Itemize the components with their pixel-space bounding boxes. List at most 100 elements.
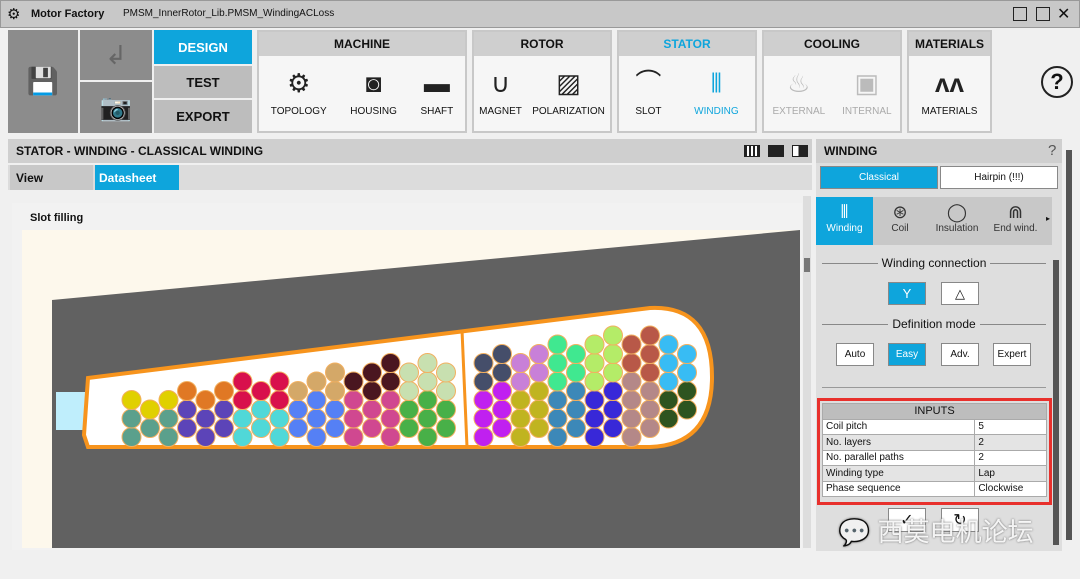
input-value[interactable]: Lap	[974, 465, 1047, 482]
conductor	[603, 381, 623, 401]
conductor	[621, 353, 642, 373]
conductor	[288, 418, 308, 438]
conductor	[640, 325, 660, 346]
conductor	[529, 344, 549, 364]
conductor	[195, 408, 216, 429]
conductor	[121, 427, 142, 447]
delta-connection-button[interactable]: △	[941, 282, 979, 305]
topology-button[interactable]: ⚙ TOPOLOGY	[271, 66, 327, 117]
internal-cooling-icon: ▣	[854, 68, 880, 98]
subtab-coil[interactable]: ⊛ Coil	[873, 197, 927, 245]
conductor	[214, 399, 234, 420]
star-connection-button[interactable]: Y	[888, 282, 926, 305]
conductor	[177, 399, 197, 420]
input-label: Phase sequence	[821, 480, 976, 497]
outer-scrollbar[interactable]	[1066, 150, 1072, 540]
input-value[interactable]: 5	[974, 418, 1047, 435]
slot-button[interactable]: ⌒ SLOT	[635, 66, 661, 117]
undo-button[interactable]: ↲	[80, 30, 152, 80]
mode-expert-button[interactable]: Expert	[993, 343, 1031, 366]
conductor	[547, 408, 568, 429]
document-name: PMSM_InnerRotor_Lib.PMSM_WindingACLoss	[123, 8, 335, 19]
conductor	[621, 371, 642, 392]
shaft-button[interactable]: ▬ SHAFT	[420, 66, 453, 117]
watermark-text: 西莫电机论坛	[877, 517, 1034, 547]
maximize-button[interactable]	[1036, 7, 1050, 21]
housing-button[interactable]: ◙ HOUSING	[350, 66, 397, 117]
conductor	[232, 408, 253, 429]
conductor	[214, 381, 234, 401]
conductor	[473, 408, 494, 429]
conductor	[603, 399, 623, 420]
minimize-button[interactable]	[1013, 7, 1027, 21]
main-scrollbar[interactable]	[803, 196, 811, 548]
conductor	[492, 362, 512, 383]
label: SHAFT	[420, 106, 454, 117]
conductor	[473, 390, 494, 410]
save-button[interactable]: 💾	[8, 30, 78, 133]
conductor	[566, 399, 586, 420]
label: Winding	[826, 223, 863, 234]
external-cooling-button[interactable]: ♨ EXTERNAL	[772, 66, 825, 117]
input-label: No. parallel paths	[821, 449, 976, 466]
scroll-right-icon[interactable]: ▸	[1046, 214, 1050, 223]
export-button[interactable]: EXPORT	[154, 100, 252, 133]
divider	[822, 387, 1046, 388]
design-button[interactable]: DESIGN	[154, 30, 252, 64]
scrollbar-thumb[interactable]	[804, 258, 810, 272]
input-value[interactable]: Clockwise	[974, 480, 1047, 497]
subtab-insulation[interactable]: ◯ Insulation	[927, 197, 987, 245]
label: Insulation	[935, 223, 979, 234]
tab-datasheet[interactable]: Datasheet	[95, 165, 179, 190]
input-row: Coil pitch 5	[821, 418, 1047, 435]
rotor-group: ROTOR ∪ MAGNET ▨ POLARIZATION	[472, 30, 612, 133]
help-button[interactable]: ?	[1041, 66, 1073, 98]
conductor	[121, 408, 142, 429]
mode-easy-button[interactable]: Easy	[888, 343, 926, 366]
input-value[interactable]: 2	[974, 449, 1047, 466]
layout-single-icon[interactable]	[768, 145, 784, 157]
polarization-button[interactable]: ▨ POLARIZATION	[532, 66, 605, 117]
page-title: STATOR - WINDING - CLASSICAL WINDING	[16, 144, 264, 158]
conductor	[603, 418, 623, 438]
materials-group: MATERIALS ʌʌ MATERIALS	[907, 30, 992, 133]
tab-classical[interactable]: Classical	[820, 166, 938, 189]
subtab-end-winding[interactable]: ⋒ End wind.	[987, 197, 1044, 245]
conductor	[158, 390, 179, 410]
conductor	[492, 344, 512, 364]
conductor	[529, 381, 549, 401]
close-button[interactable]: ✕	[1057, 4, 1070, 24]
input-value[interactable]: 2	[974, 434, 1047, 451]
conductor	[251, 381, 271, 401]
inputs-table-box: INPUTS Coil pitch 5 No. layers 2 No. paralle…	[817, 398, 1052, 505]
mode-adv-button[interactable]: Adv.	[941, 343, 979, 366]
conductor	[232, 427, 253, 447]
conductor	[343, 408, 364, 429]
conductor	[121, 390, 142, 410]
panel-scrollbar[interactable]	[1053, 260, 1059, 545]
winding-button[interactable]: ⦀ WINDING	[694, 66, 738, 117]
test-button[interactable]: TEST	[154, 66, 252, 98]
mode-auto-button[interactable]: Auto	[836, 343, 874, 366]
magnet-button[interactable]: ∪ MAGNET	[479, 66, 522, 117]
conductor	[492, 418, 512, 438]
conductor	[621, 408, 642, 429]
label: INTERNAL	[842, 106, 892, 117]
conductor	[306, 390, 327, 410]
conductor	[603, 344, 623, 364]
conductor	[362, 418, 382, 438]
conductor	[510, 427, 531, 447]
materials-button[interactable]: ʌʌ MATERIALS	[922, 66, 978, 117]
layout-right-icon[interactable]	[792, 145, 808, 157]
help-icon[interactable]: ?	[1048, 142, 1056, 159]
conductor	[584, 427, 605, 447]
label: MATERIALS	[921, 106, 978, 117]
internal-cooling-button[interactable]: ▣ INTERNAL	[842, 66, 891, 117]
conductor	[547, 334, 568, 355]
label: Coil	[891, 223, 909, 234]
screenshot-button[interactable]: 📷	[80, 82, 152, 133]
subtab-winding[interactable]: ⦀ Winding	[816, 197, 873, 245]
tab-hairpin[interactable]: Hairpin (!!!)	[940, 166, 1058, 189]
layout-split-icon[interactable]	[744, 145, 760, 157]
winding-icon: ⦀	[710, 68, 723, 98]
